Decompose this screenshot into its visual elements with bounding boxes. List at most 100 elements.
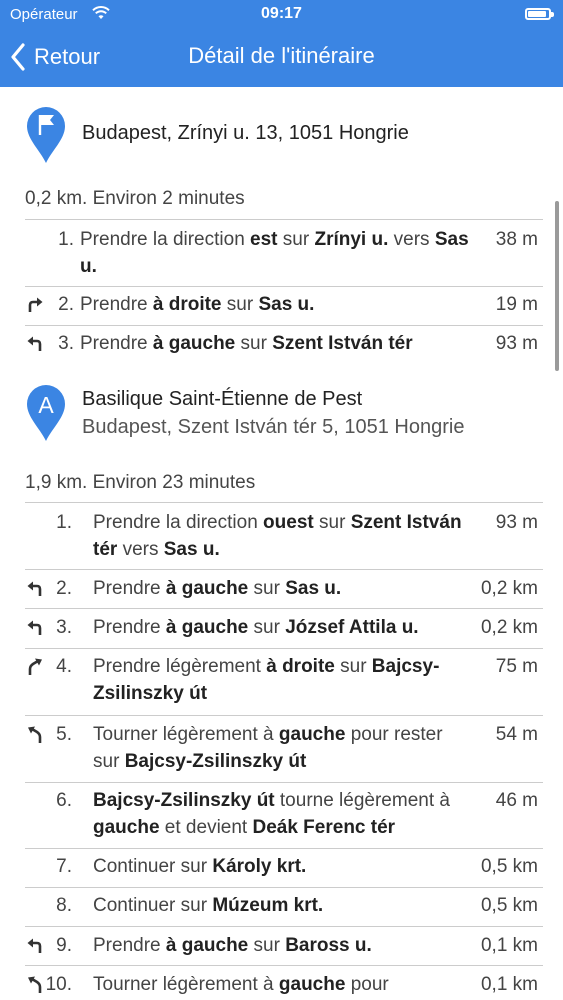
leg-summary: 1,9 km. Environ 23 minutes [25,472,256,493]
street-name: à gauche [165,617,249,638]
instruction-text: Prendre [93,935,166,956]
instruction-text: sur [235,333,273,354]
battery-icon [525,8,554,20]
divider [25,715,543,716]
instruction-text: tourne légèrement à [274,790,450,811]
street-name: à droite [266,656,335,677]
divider [25,325,543,326]
instruction-text: Prendre [93,617,166,638]
street-name: est [250,229,278,250]
divider [25,569,543,570]
turn-left-icon [27,620,42,635]
instruction-text: Prendre [93,578,166,599]
battery-level [528,11,546,17]
instruction-text: vers [117,539,164,560]
step-number: 6. [56,790,72,811]
street-name: Sas u. [258,294,315,315]
street-name: Károly krt. [212,856,307,877]
street-name: Deák Ferenc tér [252,817,396,838]
step-distance: 93 m [495,333,538,354]
slight-right-icon [28,658,42,675]
step-instruction: Tourner légèrement à gauche pour rester … [93,721,468,775]
instruction-text: vers [388,229,435,250]
street-name: Zrínyi u. [314,229,389,250]
instruction-text: Prendre [80,294,153,315]
waypoint-address: Budapest, Szent István tér 5, 1051 Hongr… [82,416,465,438]
street-name: ouest [263,512,314,533]
step-number: 1. [58,229,74,250]
street-name: gauche [278,974,346,995]
navigation-bar: Opérateur 09:17 Retour Détail de l'itiné… [0,0,563,87]
street-name: Bajcsy-Zsilinszky út [93,790,275,811]
step-instruction: Continuer sur Múzeum krt. [93,892,468,919]
step-distance: 46 m [495,790,538,811]
turn-left-icon [27,336,42,351]
divider [25,887,543,888]
instruction-text: sur [313,512,351,533]
divider [25,848,543,849]
instruction-text: sur [248,617,286,638]
waypoint-name: Basilique Saint-Étienne de Pest [82,388,363,410]
step-distance: 0,1 km [480,974,538,995]
step-instruction: Continuer sur Károly krt. [93,853,468,880]
status-bar: Opérateur 09:17 [0,0,563,30]
street-name: Bajcsy-Zsilinszky út [124,751,307,772]
divider [25,608,543,609]
step-number: 10. [45,974,72,995]
step-distance: 0,2 km [480,578,538,599]
step-number: 7. [56,856,72,877]
step-distance: 0,5 km [480,856,538,877]
step-number: 1. [56,512,72,533]
instruction-text: sur [221,294,259,315]
step-distance: 93 m [495,512,538,533]
step-number: 9. [56,935,72,956]
step-instruction: Prendre à droite sur Sas u. [80,291,470,318]
chevron-left-icon [11,43,25,71]
divider [25,219,543,220]
step-distance: 0,1 km [480,935,538,956]
leg-summary: 0,2 km. Environ 2 minutes [25,188,245,209]
instruction-text: pour [345,974,389,995]
divider [25,648,543,649]
step-instruction: Prendre la direction est sur Zrínyi u. v… [80,226,470,280]
step-instruction: Prendre la direction ouest sur Szent Ist… [93,509,468,563]
instruction-text: Continuer sur [93,895,213,916]
divider [25,965,543,966]
step-distance: 19 m [495,294,538,315]
divider [25,502,543,503]
instruction-text: sur [277,229,315,250]
step-instruction: Prendre à gauche sur Baross u. [93,932,468,959]
flag-pin-icon [27,107,65,163]
instruction-text: Prendre [80,333,153,354]
back-label: Retour [34,44,101,69]
step-instruction: Tourner légèrement à gauche pour [93,971,468,998]
step-instruction: Prendre à gauche sur Szent István tér [80,330,470,357]
step-instruction: Prendre à gauche sur József Attila u. [93,614,468,641]
status-time: 09:17 [261,5,302,22]
instruction-text: Tourner légèrement à [93,974,279,995]
waypoint-pin-icon: A [27,385,65,441]
step-number: 8. [56,895,72,916]
step-distance: 0,2 km [480,617,538,638]
step-distance: 75 m [495,656,538,677]
instruction-text: sur [248,935,286,956]
instruction-text: Prendre légèrement [93,656,267,677]
step-number: 2. [58,294,74,315]
street-name: Sas u. [285,578,342,599]
route-details[interactable]: Budapest, Zrínyi u. 13, 1051 Hongrie 0,2… [0,87,563,1000]
street-name: Sas u. [163,539,220,560]
street-name: à gauche [152,333,236,354]
street-name: Baross u. [285,935,372,956]
origin-address: Budapest, Zrínyi u. 13, 1051 Hongrie [82,122,409,144]
instruction-text: Prendre la direction [80,229,251,250]
step-number: 2. [56,578,72,599]
street-name: à gauche [165,578,249,599]
instruction-text: Continuer sur [93,856,213,877]
instruction-text: Prendre la direction [93,512,264,533]
street-name: à gauche [165,935,249,956]
step-number: 3. [56,617,72,638]
step-distance: 0,5 km [480,895,538,916]
back-button[interactable]: Retour [10,42,100,72]
scrollbar[interactable] [555,201,559,371]
slight-left-icon [28,726,42,743]
